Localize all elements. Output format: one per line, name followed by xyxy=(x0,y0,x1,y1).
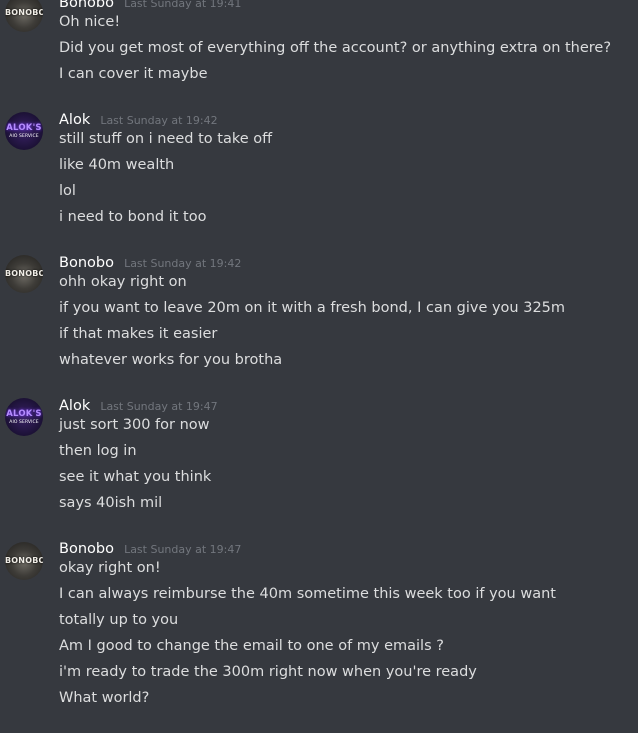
username[interactable]: Alok xyxy=(59,398,90,414)
message-text: totally up to you xyxy=(59,612,179,628)
message-text: then log in xyxy=(59,443,137,459)
timestamp: Last Sunday at 19:42 xyxy=(100,114,218,127)
avatar[interactable]: ALOK'S AIO SERVICE xyxy=(5,112,43,150)
username[interactable]: Bonobo xyxy=(59,255,114,271)
avatar-logo-text: BONOBO xyxy=(5,269,43,278)
timestamp: Last Sunday at 19:42 xyxy=(124,257,242,270)
message-text: still stuff on i need to take off xyxy=(59,131,273,147)
message-header: Alok Last Sunday at 19:42 xyxy=(59,109,218,128)
message-text: I can always reimburse the 40m sometime … xyxy=(59,586,556,602)
message-text: lol xyxy=(59,183,76,199)
message-header: Bonobo Last Sunday at 19:41 xyxy=(59,0,241,11)
message-text: just sort 300 for now xyxy=(59,417,210,433)
timestamp: Last Sunday at 19:41 xyxy=(124,0,242,10)
message-text: ohh okay right on xyxy=(59,274,187,290)
avatar[interactable]: BONOBO xyxy=(5,255,43,293)
avatar[interactable]: BONOBO xyxy=(5,0,43,32)
message-text: I can cover it maybe xyxy=(59,66,208,82)
avatar-logo-text: ALOK'S xyxy=(6,409,42,419)
message-text: okay right on! xyxy=(59,560,161,576)
message-text: like 40m wealth xyxy=(59,157,175,173)
message-text: if that makes it easier xyxy=(59,326,218,342)
message-text: whatever works for you brotha xyxy=(59,352,283,368)
message-header: Bonobo Last Sunday at 19:47 xyxy=(59,538,241,557)
chat-message-list[interactable]: BONOBO Bonobo Last Sunday at 19:41 Oh ni… xyxy=(0,0,638,733)
message-header: Alok Last Sunday at 19:47 xyxy=(59,395,218,414)
avatar-logo-text: BONOBO xyxy=(5,8,43,17)
avatar-logo-subtext: AIO SERVICE xyxy=(9,134,39,139)
message-text: Did you get most of everything off the a… xyxy=(59,40,612,56)
username[interactable]: Bonobo xyxy=(59,0,114,11)
message-text: Am I good to change the email to one of … xyxy=(59,638,444,654)
message-text: if you want to leave 20m on it with a fr… xyxy=(59,300,566,316)
message-text: What world? xyxy=(59,690,150,706)
avatar[interactable]: ALOK'S AIO SERVICE xyxy=(5,398,43,436)
message-text: says 40ish mil xyxy=(59,495,163,511)
message-text: see it what you think xyxy=(59,469,212,485)
avatar-logo-text: ALOK'S xyxy=(6,123,42,133)
avatar[interactable]: BONOBO xyxy=(5,542,43,580)
username[interactable]: Alok xyxy=(59,112,90,128)
username[interactable]: Bonobo xyxy=(59,541,114,557)
timestamp: Last Sunday at 19:47 xyxy=(100,400,218,413)
message-header: Bonobo Last Sunday at 19:42 xyxy=(59,252,241,271)
avatar-logo-subtext: AIO SERVICE xyxy=(9,420,39,425)
message-text: i need to bond it too xyxy=(59,209,207,225)
message-text: i'm ready to trade the 300m right now wh… xyxy=(59,664,477,680)
avatar-logo-text: BONOBO xyxy=(5,556,43,565)
timestamp: Last Sunday at 19:47 xyxy=(124,543,242,556)
message-text: Oh nice! xyxy=(59,14,121,30)
